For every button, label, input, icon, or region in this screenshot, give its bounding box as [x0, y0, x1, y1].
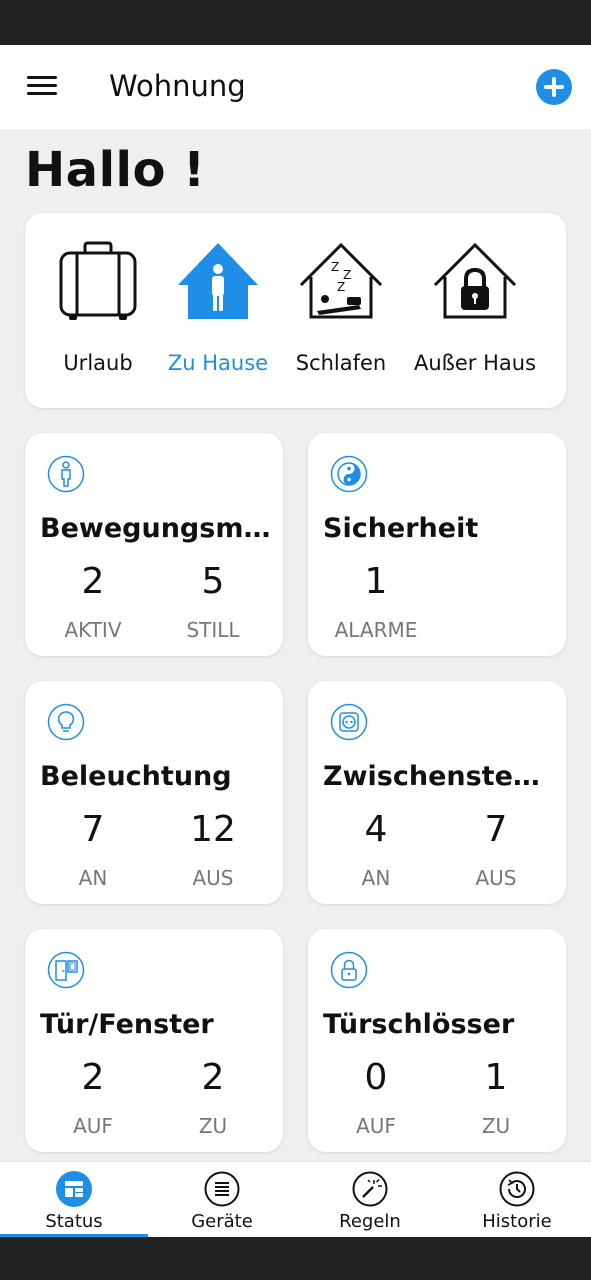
tile-title: Tür/Fenster	[40, 1009, 214, 1040]
tile-value: 2	[81, 561, 105, 602]
tile-value-label: AUS	[475, 866, 517, 890]
tile-value: 0	[364, 1057, 388, 1098]
tile-title: Bewegungsmel…	[40, 513, 272, 544]
system-status-bar	[0, 0, 591, 45]
tile-value-label: AN	[361, 866, 391, 890]
menu-button[interactable]	[22, 69, 62, 103]
tile-value-label: AN	[78, 866, 108, 890]
locked-house-icon	[433, 242, 517, 319]
tile-value-label: AUF	[73, 1114, 113, 1138]
svg-text:Z: Z	[331, 260, 339, 274]
tile-value: 2	[201, 1057, 225, 1098]
tile-value-label: STILL	[186, 618, 240, 642]
tile-title: Beleuchtung	[40, 761, 232, 792]
tile-value: 12	[190, 809, 236, 850]
lightbulb-icon	[47, 703, 85, 741]
mode-label: Urlaub	[63, 351, 133, 375]
suitcase-icon	[59, 241, 137, 320]
mode-label: Schlafen	[295, 351, 387, 375]
tile-value-label: ZU	[481, 1114, 511, 1138]
power-socket-icon	[330, 703, 368, 741]
system-navigation-bar	[0, 1237, 591, 1280]
add-button[interactable]	[536, 69, 572, 105]
home-person-icon	[178, 243, 258, 319]
tile-value: 7	[81, 809, 105, 850]
tab-regeln[interactable]: Regeln	[296, 1162, 444, 1238]
door-window-icon	[47, 951, 85, 989]
mode-ausser-haus[interactable]: Außer Haus	[405, 241, 545, 391]
tile-title: Türschlösser	[323, 1009, 515, 1040]
tile-value-label: AUF	[356, 1114, 396, 1138]
tile-title: Zwischenstecker	[323, 761, 555, 792]
tile-value: 1	[484, 1057, 508, 1098]
tab-geraete[interactable]: Geräte	[148, 1162, 296, 1238]
app-bar: Wohnung	[0, 45, 591, 129]
tab-label: Status	[45, 1211, 103, 1232]
tile-value: 2	[81, 1057, 105, 1098]
tile-value: 1	[364, 561, 388, 602]
tile-value-label: ALARME	[334, 618, 418, 642]
tab-status[interactable]: Status	[0, 1162, 148, 1238]
hamburger-menu-icon	[27, 76, 57, 79]
bottom-tab-bar: Status Geräte Regeln Historie	[0, 1161, 591, 1237]
mode-selector-card: Urlaub Zu Hause Z Z Z Schlafen Außer Hau…	[25, 213, 566, 408]
yin-yang-icon	[330, 455, 368, 493]
tile-doors-windows[interactable]: Tür/Fenster 2 2 AUF ZU	[25, 929, 283, 1152]
tile-security[interactable]: Sicherheit 1 ALARME	[308, 433, 566, 656]
tile-plugs[interactable]: Zwischenstecker 4 7 AN AUS	[308, 681, 566, 904]
mode-label: Außer Haus	[413, 351, 537, 375]
magic-wand-icon	[352, 1171, 388, 1207]
tile-value-label: AKTIV	[64, 618, 122, 642]
mode-schlafen[interactable]: Z Z Z Schlafen	[271, 241, 411, 391]
list-icon	[204, 1171, 240, 1207]
tile-title: Sicherheit	[323, 513, 479, 544]
mode-label: Zu Hause	[167, 351, 269, 375]
mode-zu-hause[interactable]: Zu Hause	[148, 241, 288, 391]
history-icon	[499, 1171, 535, 1207]
tile-value-label: AUS	[192, 866, 234, 890]
app-title: Wohnung	[109, 69, 246, 103]
tile-value: 7	[484, 809, 508, 850]
tab-label: Geräte	[191, 1211, 253, 1232]
tab-label: Regeln	[339, 1211, 401, 1232]
tab-label: Historie	[482, 1211, 552, 1232]
tile-value-label: ZU	[198, 1114, 228, 1138]
tile-lighting[interactable]: Beleuchtung 7 12 AN AUS	[25, 681, 283, 904]
svg-text:Z: Z	[337, 280, 345, 294]
padlock-icon	[330, 951, 368, 989]
greeting-heading: Hallo !	[25, 142, 206, 198]
dashboard-icon	[56, 1171, 92, 1207]
tile-door-locks[interactable]: Türschlösser 0 1 AUF ZU	[308, 929, 566, 1152]
sleep-house-icon: Z Z Z	[299, 242, 383, 319]
mode-urlaub[interactable]: Urlaub	[28, 241, 168, 391]
tile-value: 5	[201, 561, 225, 602]
tile-motion-sensors[interactable]: Bewegungsmel… 2 5 AKTIV STILL	[25, 433, 283, 656]
tab-historie[interactable]: Historie	[443, 1162, 591, 1238]
tile-value: 4	[364, 809, 388, 850]
person-icon	[47, 455, 85, 493]
